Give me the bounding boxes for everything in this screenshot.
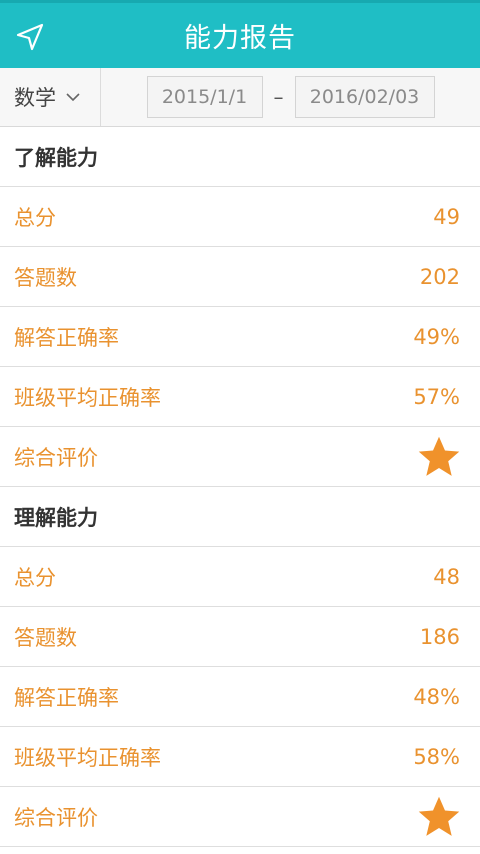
row-label: 综合评价: [14, 445, 98, 470]
start-date-field[interactable]: 2015/1/1: [146, 76, 263, 118]
list-item: 答题数 186: [0, 607, 480, 667]
star-icon: [418, 436, 460, 476]
section-understand: 了解能力 总分 49 答题数 202 解答正确率 49% 班级平均正确率 57%…: [0, 127, 480, 487]
list-item: 答题数 202: [0, 247, 480, 307]
list-item: 总分 49: [0, 187, 480, 247]
row-value: 49: [433, 204, 460, 229]
row-value: 48: [433, 564, 460, 589]
row-label: 班级平均正确率: [14, 745, 161, 770]
row-value: 186: [419, 624, 460, 649]
row-label: 解答正确率: [14, 325, 119, 350]
end-date-field[interactable]: 2016/02/03: [294, 76, 435, 118]
list-item: 解答正确率 48%: [0, 667, 480, 727]
list-item: 综合评价: [0, 427, 480, 487]
row-label: 班级平均正确率: [14, 385, 161, 410]
section-title: 理解能力: [0, 487, 480, 547]
row-label: 总分: [14, 565, 56, 590]
row-value: 58%: [413, 744, 460, 769]
date-separator: –: [273, 85, 284, 109]
row-value: 202: [419, 264, 460, 289]
row-label: 答题数: [14, 625, 77, 650]
date-range: 2015/1/1 – 2016/02/03: [101, 76, 480, 118]
row-value: 57%: [413, 384, 460, 409]
subject-dropdown[interactable]: 数学: [0, 68, 101, 126]
subject-label: 数学: [14, 86, 56, 110]
star-icon: [418, 796, 460, 836]
row-label: 解答正确率: [14, 685, 119, 710]
row-value: 49%: [413, 324, 460, 349]
list-item: 综合评价: [0, 787, 480, 847]
page-title: 能力报告: [184, 23, 296, 54]
row-label: 答题数: [14, 265, 77, 290]
list-item: 班级平均正确率 58%: [0, 727, 480, 787]
row-value: 48%: [413, 684, 460, 709]
chevron-down-icon: [66, 93, 80, 102]
section-comprehend: 理解能力 总分 48 答题数 186 解答正确率 48% 班级平均正确率 58%…: [0, 487, 480, 847]
title-bar: 能力报告: [0, 0, 480, 68]
list-item: 班级平均正确率 57%: [0, 367, 480, 427]
list-item: 总分 48: [0, 547, 480, 607]
row-label: 总分: [14, 205, 56, 230]
row-label: 综合评价: [14, 805, 98, 830]
filter-bar: 数学 2015/1/1 – 2016/02/03: [0, 68, 480, 127]
section-title: 了解能力: [0, 127, 480, 187]
list-item: 解答正确率 49%: [0, 307, 480, 367]
